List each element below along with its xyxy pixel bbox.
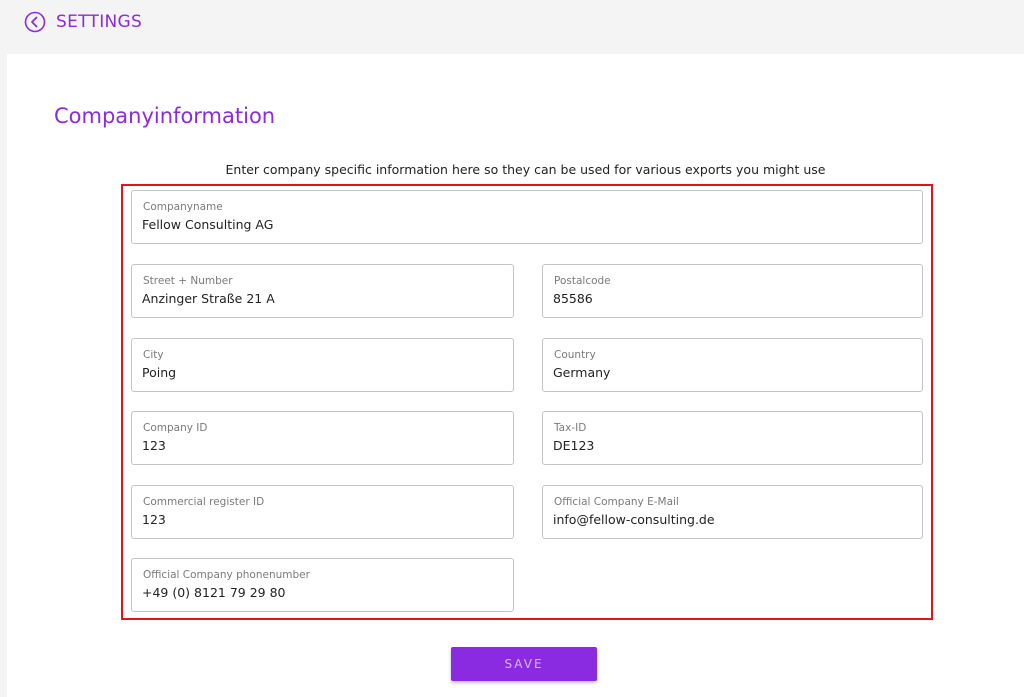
- country-input[interactable]: [553, 365, 910, 380]
- postal-code-field[interactable]: Postalcode: [542, 264, 923, 318]
- page-title: Companyinformation: [54, 104, 276, 128]
- city-field[interactable]: City: [131, 338, 514, 392]
- save-button[interactable]: SAVE: [451, 647, 597, 681]
- company-name-input[interactable]: [142, 217, 910, 232]
- tax-id-input[interactable]: [553, 438, 910, 453]
- phone-field[interactable]: Official Company phonenumber: [131, 558, 514, 612]
- country-label: Country: [554, 349, 596, 361]
- company-name-field[interactable]: Companyname: [131, 190, 923, 244]
- tax-id-label: Tax-ID: [554, 422, 587, 434]
- company-form-highlight: Companyname Street + Number Postalcode C…: [121, 184, 933, 620]
- city-label: City: [143, 349, 164, 361]
- commercial-register-id-label: Commercial register ID: [143, 496, 265, 508]
- country-field[interactable]: Country: [542, 338, 923, 392]
- postal-code-label: Postalcode: [554, 275, 611, 287]
- page-header-title: SETTINGS: [56, 12, 143, 32]
- email-input[interactable]: [553, 512, 910, 527]
- tax-id-field[interactable]: Tax-ID: [542, 411, 923, 465]
- company-id-field[interactable]: Company ID: [131, 411, 514, 465]
- phone-input[interactable]: [142, 585, 501, 600]
- postal-code-input[interactable]: [553, 291, 910, 306]
- phone-label: Official Company phonenumber: [143, 569, 310, 581]
- street-label: Street + Number: [143, 275, 233, 287]
- commercial-register-id-input[interactable]: [142, 512, 501, 527]
- street-field[interactable]: Street + Number: [131, 264, 514, 318]
- company-id-label: Company ID: [143, 422, 208, 434]
- top-bar: SETTINGS: [0, 0, 1024, 54]
- company-id-input[interactable]: [142, 438, 501, 453]
- street-input[interactable]: [142, 291, 501, 306]
- chevron-left-circle-icon[interactable]: [24, 11, 46, 33]
- city-input[interactable]: [142, 365, 501, 380]
- company-name-label: Companyname: [143, 201, 223, 213]
- commercial-register-id-field[interactable]: Commercial register ID: [131, 485, 514, 539]
- page-description: Enter company specific information here …: [225, 162, 826, 177]
- main-content: Companyinformation Enter company specifi…: [7, 54, 1024, 697]
- email-field[interactable]: Official Company E-Mail: [542, 485, 923, 539]
- email-label: Official Company E-Mail: [554, 496, 679, 508]
